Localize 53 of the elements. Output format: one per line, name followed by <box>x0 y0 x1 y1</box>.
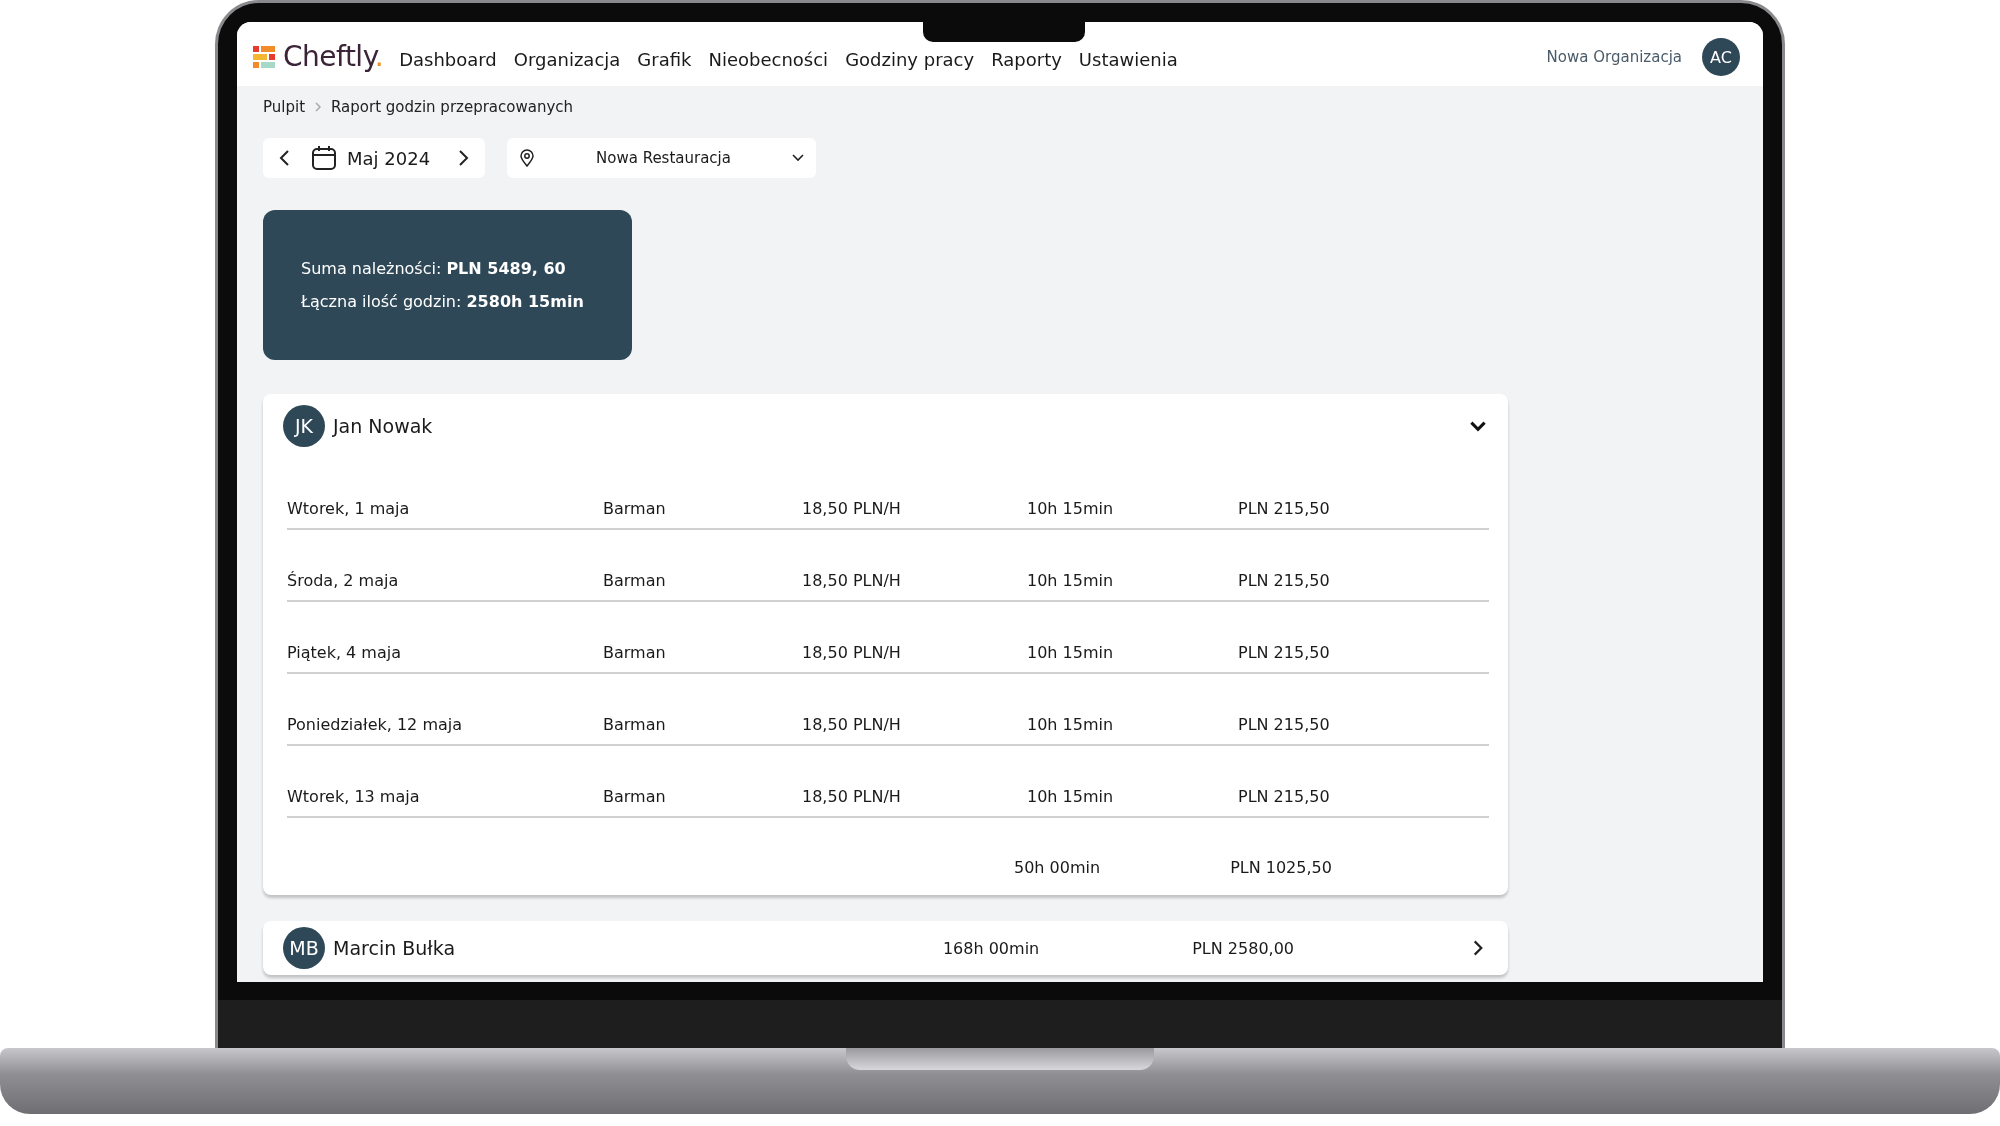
logo-icon <box>253 46 275 68</box>
rate-cell-text: 18,50 PLN/H <box>802 715 902 734</box>
rate-cell-text: 18,50 PLN/H <box>802 643 902 662</box>
nav-link[interactable]: Ustawienia <box>1078 48 1178 70</box>
breadcrumb-link[interactable]: Raport godzin przepracowanych <box>331 98 574 116</box>
role-cell-text: Barman <box>603 571 667 590</box>
employee-avatar: MB <box>283 927 325 969</box>
amount-cell-text: PLN 215,50 <box>1238 787 1331 806</box>
employee-name: Jan Nowak <box>333 415 433 437</box>
role-cell-text: Barman <box>603 787 667 806</box>
hours-cell-text: 10h 15min <box>1027 643 1115 662</box>
total-hours: 168h 00min <box>942 938 1040 958</box>
nav-link[interactable]: Dashboard <box>399 48 497 70</box>
total-hours: 50h 00min <box>1014 858 1101 877</box>
organization-name[interactable]: Nowa Organizacja <box>1546 48 1682 66</box>
summary-text: Suma należności: PLN 5489, 60 <box>301 259 567 278</box>
employee-avatar: JK <box>283 405 325 447</box>
nav-link[interactable]: Grafik <box>637 48 692 70</box>
hours-cell-text: 10h 15min <box>1027 787 1115 806</box>
rate-cell-text: 18,50 PLN/H <box>802 571 902 590</box>
rate-cell-text: 18,50 PLN/H <box>802 499 902 518</box>
logo-text: Cheftly. <box>283 39 384 73</box>
hours-cell-text: 10h 15min <box>1027 715 1115 734</box>
summary-text: Łączna ilość godzin: 2580h 15min <box>301 292 585 311</box>
location-pin-icon <box>517 148 537 168</box>
user-avatar[interactable]: AC <box>1702 38 1740 76</box>
total-amount: PLN 1025,50 <box>1230 858 1332 877</box>
role-cell-text: Barman <box>603 715 667 734</box>
nav-link[interactable]: Raporty <box>991 48 1062 70</box>
day-cell-text: Piątek, 4 maja <box>287 643 402 662</box>
day-cell-text: Wtorek, 13 maja <box>287 787 421 806</box>
nav-link[interactable]: Godziny pracy <box>845 48 975 70</box>
hours-cell-text: 10h 15min <box>1027 571 1115 590</box>
chevron-right-icon <box>313 102 324 112</box>
role-cell-text: Barman <box>603 499 667 518</box>
total-amount: PLN 2580,00 <box>1192 938 1294 958</box>
employee-name: Marcin Bułka <box>333 937 456 959</box>
day-cell-text: Poniedziałek, 12 maja <box>287 715 463 734</box>
month-label: Maj 2024 <box>347 147 432 169</box>
location-dropdown[interactable]: Nowa Restauracja <box>507 138 816 178</box>
nav-link[interactable]: Organizacja <box>513 48 621 70</box>
calendar-icon <box>311 145 337 171</box>
amount-cell-text: PLN 215,50 <box>1238 499 1331 518</box>
amount-cell-text: PLN 215,50 <box>1238 643 1331 662</box>
rate-cell-text: 18,50 PLN/H <box>802 787 902 806</box>
day-cell-text: Środa, 2 maja <box>287 571 400 590</box>
hours-cell-text: 10h 15min <box>1027 499 1115 518</box>
day-cell-text: Wtorek, 1 maja <box>287 499 411 518</box>
role-cell-text: Barman <box>603 643 667 662</box>
amount-cell-text: PLN 215,50 <box>1238 571 1331 590</box>
breadcrumb-link[interactable]: Pulpit <box>263 98 306 116</box>
amount-cell-text: PLN 215,50 <box>1238 715 1331 734</box>
nav-link[interactable]: Nieobecności <box>708 48 829 70</box>
